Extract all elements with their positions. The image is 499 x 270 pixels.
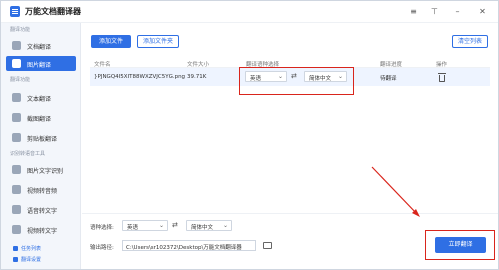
app-window: 万能文档翻译器 ≡ ⊤ – ✕ 翻译功能 文档翻译 图片翻译 翻译功能 文本翻译… xyxy=(0,0,499,270)
annotation-arrow xyxy=(371,166,420,217)
